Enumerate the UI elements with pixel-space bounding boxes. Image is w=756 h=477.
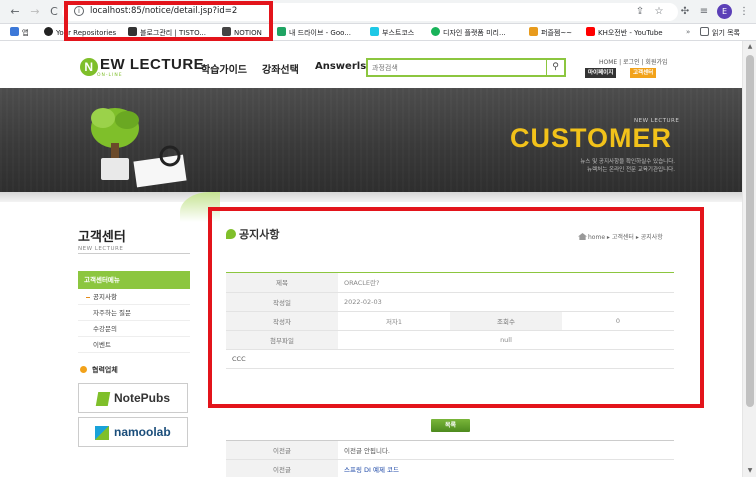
gnb-answerls[interactable]: Answerls: [315, 61, 366, 72]
banner-bottom-edge: [0, 192, 742, 202]
scroll-up-icon[interactable]: ▲: [743, 41, 756, 53]
github-icon: [44, 27, 53, 36]
star-icon[interactable]: ☆: [652, 5, 666, 19]
reading-list[interactable]: 읽기 목록: [700, 27, 740, 38]
sidebar-item-faq[interactable]: 자주하는 질문: [78, 306, 190, 321]
mypage-button[interactable]: 마이페이지: [585, 68, 617, 78]
url-highlight-box: [64, 1, 273, 41]
util-links[interactable]: HOME | 로그인 | 회원가입: [599, 57, 668, 66]
bookmark-boostcourse[interactable]: 부스트코스: [370, 27, 414, 38]
plant-illustration: [91, 108, 187, 188]
notepubs-text: NotePubs: [114, 391, 171, 405]
forward-icon[interactable]: →: [28, 5, 42, 19]
bookmark-apps[interactable]: 앱: [10, 27, 28, 38]
namoolab-icon: [95, 426, 109, 440]
sidebar-item-notice[interactable]: 공지사항: [78, 290, 190, 305]
apps-icon: [10, 27, 19, 36]
design-icon: [431, 27, 440, 36]
page-scrollbar[interactable]: ▲ ▼: [742, 41, 756, 477]
sidebar-menu-header: 고객센터메뉴: [78, 271, 190, 289]
bookmark-design[interactable]: 디자인 플랫폼 미리...: [431, 27, 506, 38]
namoolab-text: namoolab: [114, 425, 171, 439]
bookmark-drive[interactable]: 내 드라이브 - Goo...: [277, 27, 351, 38]
youtube-icon: [586, 27, 595, 36]
logo-subtitle: ON-LINE: [97, 73, 123, 78]
partner-notepubs[interactable]: NotePubs: [78, 383, 188, 413]
content-highlight-box: [208, 207, 704, 408]
prev-label: 이전글: [226, 440, 338, 460]
boostcourse-icon: [370, 27, 379, 36]
partner-namoolab[interactable]: namoolab: [78, 417, 188, 447]
next-label: 이전글: [226, 459, 338, 477]
bookmark-youtube[interactable]: KH오전반 - YouTube: [586, 27, 663, 38]
media-icon[interactable]: ≡: [697, 5, 711, 19]
sidebar-item-inquiry[interactable]: 수강문의: [78, 322, 190, 337]
sidebar-divider: [78, 253, 190, 254]
banner-title: CUSTOMER: [510, 123, 673, 153]
next-value[interactable]: 스프링 DI 예제 코드: [338, 459, 674, 477]
partner-bullet-icon: [80, 366, 87, 373]
partner-title: 협력업체: [80, 365, 118, 375]
sidebar-subtitle: NEW LECTURE: [78, 246, 124, 252]
drive-icon: [277, 27, 286, 36]
row-next: 이전글 스프링 DI 예제 코드: [226, 459, 674, 477]
menu-icon[interactable]: ⋮: [737, 5, 751, 19]
search-input[interactable]: [372, 62, 542, 74]
banner-desc-line1: 뉴스 및 공지사항을 확인하실수 있습니다.: [580, 159, 675, 165]
notepubs-icon: [95, 392, 111, 406]
search-box: ⚲: [366, 58, 566, 77]
profile-avatar[interactable]: E: [717, 4, 732, 19]
reload-icon[interactable]: C: [47, 5, 61, 19]
scroll-down-icon[interactable]: ▼: [743, 465, 756, 477]
prev-value[interactable]: 이전글 안됩니다.: [338, 440, 674, 460]
puzzle-icon: [529, 27, 538, 36]
logo-n-icon: N: [80, 58, 98, 76]
prev-next-table: 이전글 이전글 안됩니다. 이전글 스프링 DI 예제 코드: [226, 440, 674, 477]
site-header: N EW LECTURE ON-LINE 학습가이드 강좌선택 Answerls …: [0, 41, 742, 87]
gnb-course[interactable]: 강좌선택: [262, 61, 299, 76]
banner-description: 뉴스 및 공지사항을 확인하실수 있습니다. 뉴렉처는 온라인 전문 교육기관입…: [560, 158, 675, 174]
banner-desc-line2: 뉴렉처는 온라인 전문 교육기관입니다.: [587, 167, 675, 173]
scroll-thumb[interactable]: [746, 55, 754, 407]
bookmark-puzzle[interactable]: 퍼즐젬~~: [529, 27, 572, 38]
gnb-guide[interactable]: 학습가이드: [201, 61, 247, 76]
extensions-icon[interactable]: ✣: [678, 5, 692, 19]
share-icon[interactable]: ⇪: [633, 5, 647, 19]
list-button[interactable]: 목록: [431, 419, 470, 432]
search-icon[interactable]: ⚲: [546, 60, 564, 75]
bookmark-more[interactable]: »: [686, 27, 690, 38]
sidebar-title: 고객센터: [78, 230, 126, 245]
row-prev: 이전글 이전글 안됩니다.: [226, 440, 674, 460]
reading-list-icon: [700, 27, 709, 36]
customer-banner: NEW LECTURE CUSTOMER: [0, 88, 742, 192]
sidebar-item-event[interactable]: 이벤트: [78, 338, 190, 353]
back-icon[interactable]: ←: [8, 5, 22, 19]
customer-center-button[interactable]: 고객센터: [630, 68, 657, 78]
